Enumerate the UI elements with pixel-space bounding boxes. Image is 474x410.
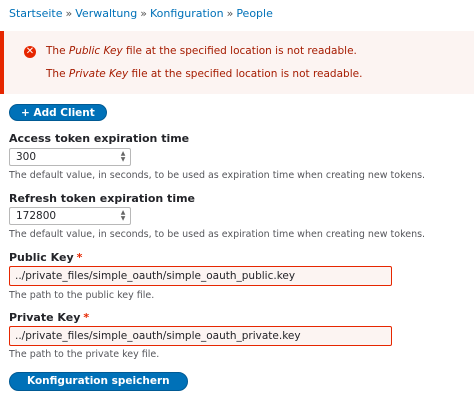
- public-key-input[interactable]: ../private_files/simple_oauth/simple_oau…: [9, 266, 392, 286]
- breadcrumb-separator: »: [140, 7, 147, 20]
- required-asterisk: *: [76, 251, 83, 264]
- breadcrumb: Startseite» Verwaltung» Konfiguration» Peop…: [9, 7, 273, 20]
- number-spinner-icon[interactable]: ▲ ▼: [120, 210, 126, 222]
- public-key-description: The path to the public key file.: [9, 290, 155, 301]
- public-key-error-message: The Public Key file at the specified loc…: [46, 45, 357, 57]
- refresh-token-label: Refresh token expiration time: [9, 192, 196, 205]
- error-messages: ✕ The Public Key file at the specified l…: [0, 31, 474, 94]
- error-x-icon: ✕: [24, 46, 36, 58]
- required-asterisk: *: [83, 311, 90, 324]
- breadcrumb-people-link[interactable]: People: [236, 7, 273, 20]
- add-client-button[interactable]: + Add Client: [9, 104, 107, 121]
- breadcrumb-admin-link[interactable]: Verwaltung: [75, 7, 137, 20]
- breadcrumb-config-link[interactable]: Konfiguration: [150, 7, 224, 20]
- private-key-description: The path to the private key file.: [9, 349, 160, 360]
- breadcrumb-separator: »: [65, 7, 73, 20]
- access-token-label: Access token expiration time: [9, 132, 190, 145]
- save-configuration-button[interactable]: Konfiguration speichern: [9, 372, 188, 391]
- number-spinner-icon[interactable]: ▲ ▼: [120, 151, 126, 163]
- breadcrumb-home-link[interactable]: Startseite: [9, 7, 63, 20]
- refresh-token-description: The default value, in seconds, to be use…: [9, 229, 426, 240]
- access-token-description: The default value, in seconds, to be use…: [9, 170, 426, 181]
- breadcrumb-separator: »: [226, 7, 234, 20]
- private-key-error-message: The Private Key file at the specified lo…: [46, 68, 363, 80]
- private-key-label: Private Key *: [9, 311, 90, 324]
- private-key-input[interactable]: ../private_files/simple_oauth/simple_oau…: [9, 326, 392, 346]
- refresh-token-input[interactable]: 172800 ▲ ▼: [9, 207, 131, 225]
- public-key-label: Public Key *: [9, 251, 83, 264]
- access-token-input[interactable]: 300 ▲ ▼: [9, 148, 131, 166]
